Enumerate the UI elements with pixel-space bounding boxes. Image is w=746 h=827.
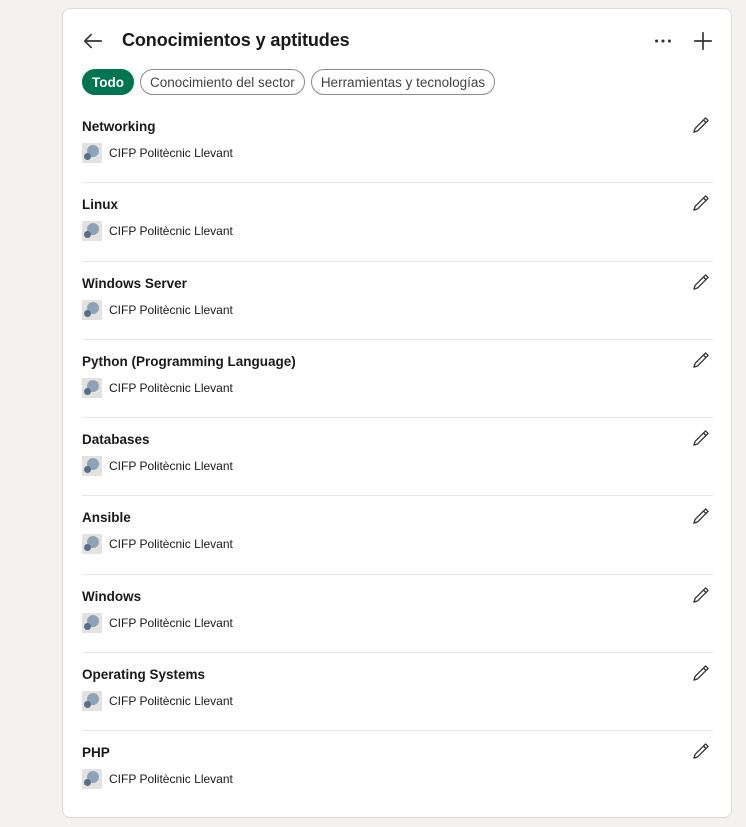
organization-logo-icon [82,612,102,633]
arrow-left-icon [83,33,103,49]
skill-item: Linux CIFP Politècnic Llevant [82,183,713,262]
organization-logo-icon [82,691,102,712]
skill-item: Python (Programming Language) CIFP Polit… [82,340,713,419]
organization-name: CIFP Politècnic Llevant [109,224,233,239]
skill-name[interactable]: Python (Programming Language) [82,354,296,369]
edit-skill-button[interactable] [689,348,713,372]
skill-organization[interactable]: CIFP Politècnic Llevant [82,456,233,477]
skill-name[interactable]: Operating Systems [82,667,205,682]
skill-item: Windows Server CIFP Politècnic Llevant [82,262,713,340]
skill-name[interactable]: Networking [82,119,156,134]
skill-organization[interactable]: CIFP Politècnic Llevant [82,691,233,712]
edit-skill-button[interactable] [689,191,713,215]
ellipsis-icon [655,39,671,43]
skills-card: Conocimientos y aptitudes Todo Conocimie… [62,8,732,818]
organization-name: CIFP Politècnic Llevant [109,537,233,552]
plus-icon [693,31,713,51]
skill-item: Operating Systems CIFP Politècnic Llevan… [82,653,713,732]
add-skill-button[interactable] [687,25,719,57]
organization-name: CIFP Politècnic Llevant [109,615,233,630]
edit-skill-button[interactable] [689,504,713,528]
organization-logo-icon [82,534,102,555]
edit-skill-button[interactable] [689,113,713,137]
filter-tools-technologies[interactable]: Herramientas y tecnologías [310,69,496,95]
filter-all[interactable]: Todo [82,69,134,95]
organization-name: CIFP Politècnic Llevant [109,146,233,160]
more-options-button[interactable] [647,25,679,57]
skill-name[interactable]: Windows [82,589,141,604]
pencil-icon [693,195,709,212]
organization-name: CIFP Politècnic Llevant [109,694,233,709]
skill-item: PHP CIFP Politècnic Llevant [82,731,713,809]
organization-name: CIFP Politècnic Llevant [109,302,233,317]
pencil-icon [693,273,709,290]
skill-name[interactable]: Windows Server [82,276,187,291]
skill-name[interactable]: Ansible [82,510,131,525]
skill-name[interactable]: Linux [82,197,118,212]
skill-organization[interactable]: CIFP Politècnic Llevant [82,612,233,633]
organization-name: CIFP Politècnic Llevant [109,772,233,787]
pencil-icon [693,352,709,368]
edit-skill-button[interactable] [689,426,713,450]
organization-name: CIFP Politècnic Llevant [109,459,233,474]
organization-logo-icon [82,769,102,790]
skill-item: Windows CIFP Politècnic Llevant [82,575,713,654]
organization-logo-icon [82,221,102,242]
filter-industry-knowledge[interactable]: Conocimiento del sector [139,69,305,95]
skill-organization[interactable]: CIFP Politècnic Llevant [82,299,233,320]
pencil-icon [693,430,709,446]
skill-organization[interactable]: CIFP Politècnic Llevant [82,143,233,163]
skill-item: Ansible CIFP Politècnic Llevant [82,496,713,575]
edit-skill-button[interactable] [689,739,713,763]
organization-logo-icon [82,377,102,398]
organization-logo-icon [82,456,102,477]
organization-logo-icon [82,143,102,163]
organization-logo-icon [82,299,102,320]
skill-name[interactable]: PHP [82,745,110,760]
skill-item: Networking CIFP Politècnic Llevant [82,105,713,184]
skill-item: Databases CIFP Politècnic Llevant [82,418,713,497]
page-title: Conocimientos y aptitudes [122,30,350,50]
skill-organization[interactable]: CIFP Politècnic Llevant [82,769,233,790]
pencil-icon [693,508,709,525]
skill-organization[interactable]: CIFP Politècnic Llevant [82,221,233,242]
edit-skill-button[interactable] [689,583,713,607]
edit-skill-button[interactable] [689,270,713,294]
pencil-icon [693,743,709,760]
pencil-icon [693,117,709,133]
skill-organization[interactable]: CIFP Politècnic Llevant [82,377,233,398]
skill-organization[interactable]: CIFP Politècnic Llevant [82,534,233,555]
card-header: Conocimientos y aptitudes [63,9,731,69]
back-button[interactable] [77,25,109,57]
skill-name[interactable]: Databases [82,432,150,447]
edit-skill-button[interactable] [689,661,713,685]
pencil-icon [693,665,709,681]
skills-list: Networking CIFP Politècnic Llevant Linux… [82,105,713,810]
pencil-icon [693,587,709,603]
organization-name: CIFP Politècnic Llevant [109,380,233,395]
filter-pills: Todo Conocimiento del sector Herramienta… [82,69,496,95]
